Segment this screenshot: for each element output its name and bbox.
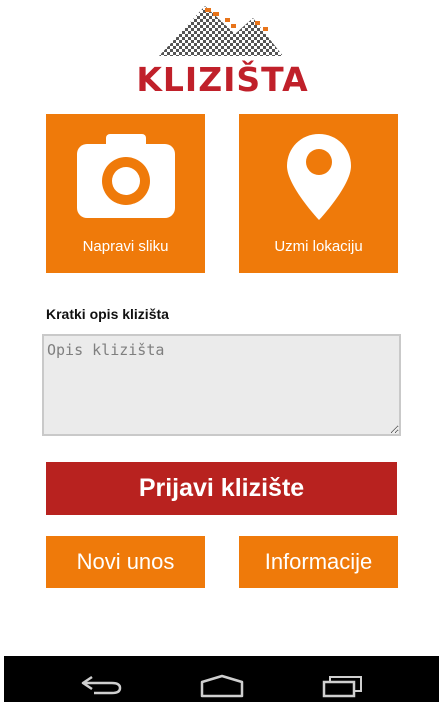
location-pin-icon <box>287 134 351 220</box>
system-navigation-bar <box>4 656 439 702</box>
information-button[interactable]: Informacije <box>239 536 398 588</box>
take-photo-button[interactable]: Napravi sliku <box>46 114 205 273</box>
description-input[interactable] <box>42 334 401 436</box>
camera-icon <box>77 134 175 218</box>
recent-apps-icon[interactable] <box>322 674 364 698</box>
description-label: Kratki opis klizišta <box>46 306 169 322</box>
home-icon[interactable] <box>199 674 245 698</box>
take-photo-label: Napravi sliku <box>82 238 169 255</box>
get-location-label: Uzmi lokaciju <box>274 238 363 255</box>
new-entry-button[interactable]: Novi unos <box>46 536 205 588</box>
app-logo: KLIZIŠTA <box>125 4 320 99</box>
report-landslide-button[interactable]: Prijavi klizište <box>46 462 397 515</box>
mountain-logo-icon <box>159 6 283 56</box>
logo-text: KLIZIŠTA <box>136 60 309 99</box>
get-location-button[interactable]: Uzmi lokaciju <box>239 114 398 273</box>
back-icon[interactable] <box>80 674 122 696</box>
